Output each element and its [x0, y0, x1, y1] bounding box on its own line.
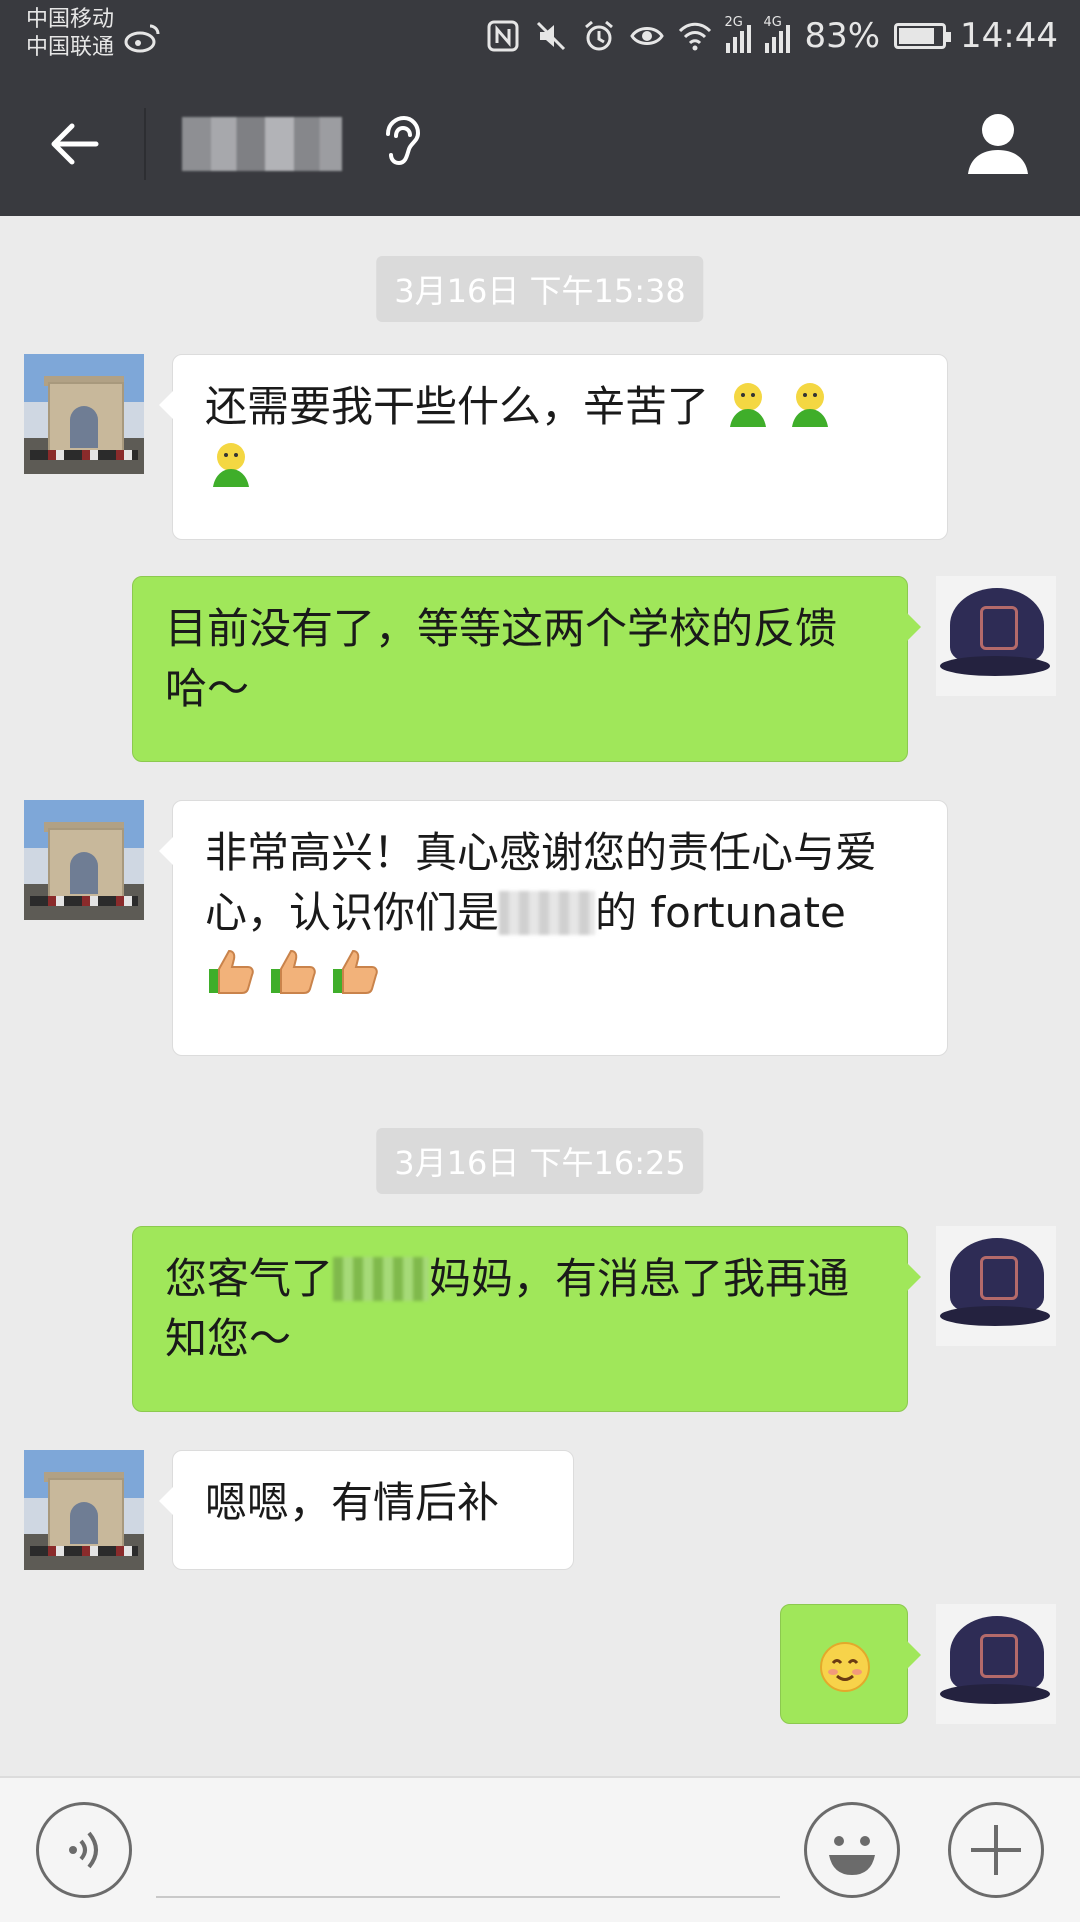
received-message[interactable]: 还需要我干些什么，辛苦了 — [159, 354, 948, 540]
ear-icon — [386, 115, 421, 166]
emoji-button[interactable] — [804, 1802, 900, 1898]
thumbs-up-icon — [209, 949, 254, 994]
weibo-icon — [124, 24, 160, 53]
blush-smile-icon — [820, 1642, 870, 1692]
signal-1-label: 2G — [724, 15, 743, 30]
eye-icon — [630, 27, 665, 45]
mute-icon — [537, 21, 566, 51]
thumbs-up-icon — [333, 949, 378, 994]
plus-icon — [971, 1825, 1021, 1875]
status-bar: 中国移动 中国联通 2G 4G 83% 14:44 — [0, 0, 1080, 72]
green-smiley-icon — [730, 383, 767, 427]
message-list[interactable]: 3月16日 下午15:38 还需要我干些什么，辛苦了 目前没有了，等等这两个学校… — [0, 216, 1080, 1776]
message-text: 还需要我干些什么，辛苦了 — [205, 382, 710, 431]
battery-icon — [894, 23, 952, 49]
received-message[interactable]: 嗯嗯，有情后补 — [159, 1450, 574, 1570]
arrow-left-icon[interactable] — [44, 114, 104, 174]
sent-message[interactable]: 目前没有了，等等这两个学校的反馈哈～ — [132, 576, 921, 762]
header-divider — [144, 108, 146, 180]
voice-button[interactable] — [36, 1802, 132, 1898]
green-smiley-icon — [213, 443, 249, 487]
message-input[interactable] — [156, 1896, 780, 1898]
received-message[interactable]: 非常高兴！真心感谢您的责任心与爱心，认识你们是的 fortunate — [159, 800, 948, 1056]
battery-percent: 83% — [804, 16, 881, 56]
emoji-icon — [829, 1836, 875, 1875]
signal-2-label: 4G — [763, 15, 782, 30]
contact-avatar[interactable] — [24, 354, 144, 474]
chat-header — [0, 72, 1080, 216]
contact-avatar[interactable] — [24, 800, 144, 920]
message-text: 目前没有了，等等这两个学校的反馈哈～ — [165, 604, 838, 713]
my-avatar[interactable] — [936, 1226, 1056, 1346]
voice-icon — [69, 1831, 98, 1869]
signal-2g-icon: 2G — [724, 15, 752, 53]
my-avatar[interactable] — [936, 1604, 1056, 1724]
carrier-1: 中国移动 — [26, 7, 115, 32]
carrier-names: 中国移动 中国联通 — [26, 6, 114, 62]
contact-avatar[interactable] — [24, 1450, 144, 1570]
carrier-2: 中国联通 — [26, 35, 115, 60]
nfc-icon — [487, 20, 519, 52]
contact-name — [182, 117, 342, 171]
thumbs-up-icon — [271, 949, 316, 994]
sent-message[interactable] — [780, 1604, 921, 1724]
wifi-icon — [679, 22, 712, 51]
sent-message[interactable]: 您客气了 妈妈，有消息了我再通知您～ — [132, 1226, 921, 1412]
my-avatar[interactable] — [936, 576, 1056, 696]
redacted-text — [333, 1257, 430, 1301]
timestamp: 3月16日 下午15:38 — [376, 256, 704, 322]
message-text-part2: 的 fortunate — [595, 888, 846, 937]
plus-button[interactable] — [948, 1802, 1044, 1898]
green-smiley-icon — [792, 383, 829, 427]
redacted-text — [499, 891, 596, 935]
input-bar — [0, 1776, 1080, 1922]
message-text-part1: 您客气了 — [165, 1254, 334, 1303]
clock: 14:44 — [960, 16, 1058, 56]
alarm-icon — [585, 20, 614, 51]
signal-4g-icon: 4G — [763, 15, 791, 53]
timestamp: 3月16日 下午16:25 — [376, 1128, 704, 1194]
message-text: 嗯嗯，有情后补 — [205, 1478, 500, 1527]
person-icon[interactable] — [966, 110, 1030, 176]
